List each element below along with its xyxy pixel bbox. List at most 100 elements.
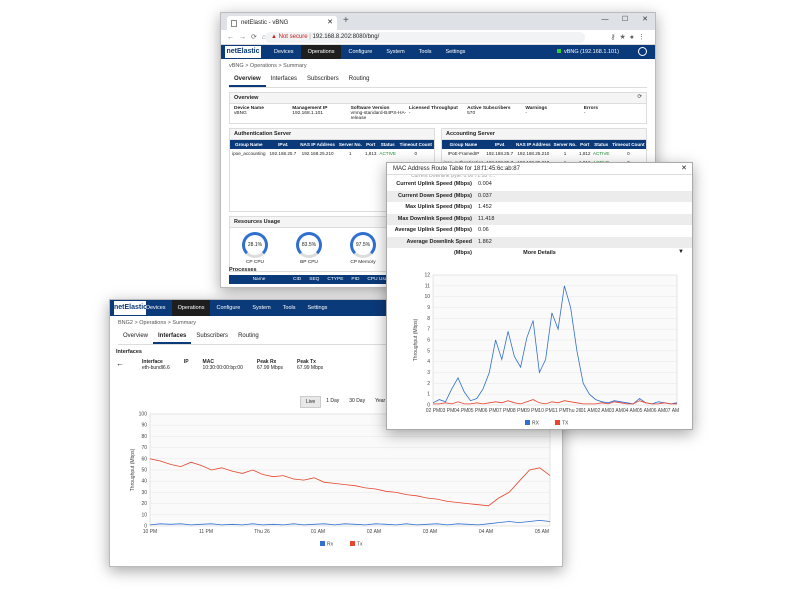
auth-server-title: Authentication Server [230,129,434,140]
menu-system[interactable]: System [379,45,411,59]
popup-title: MAC Address Route Table for 18:f1:45:6c:… [387,163,692,175]
back-arrow-icon[interactable]: ← [116,359,124,371]
tab-overview[interactable]: Overview [118,330,153,344]
column-header[interactable]: Port [577,140,592,149]
more-details-toggle[interactable]: More Details ▼ [387,248,692,258]
column-header[interactable]: Port [363,140,378,149]
maximize-icon[interactable]: ☐ [615,13,635,27]
menu-tools[interactable]: Tools [412,45,439,59]
y-tick-label: 5 [427,348,430,354]
column-header[interactable]: Group Name [230,140,268,149]
close-window-icon[interactable]: ✕ [635,13,655,27]
not-secure-warning[interactable]: ▲ Not secure [271,34,308,40]
breadcrumb: vBNG > Operations > Summary [229,63,307,69]
overview-field: Device Name vBNG [234,106,292,121]
menu-configure[interactable]: Configure [210,300,246,316]
x-tick-label: 11 PM [553,408,567,414]
process-column-header[interactable]: CID [289,275,305,284]
menu-operations[interactable]: Operations [300,45,342,59]
stat-label: Average Uplink Speed (Mbps) [394,227,472,233]
overview-field-value: 192.168.1.101 [292,111,323,116]
tab-subscribers[interactable]: Subscribers [302,73,344,87]
browser-tab-title: netElastic - vBNG [241,20,289,26]
legend-label[interactable]: Rx [327,542,334,548]
legend-label[interactable]: RX [532,421,540,427]
device-link[interactable]: vBNG (192.168.1.101) [556,45,619,59]
overview-field-value: 570 [467,111,476,116]
column-header[interactable]: Timeout Count [610,140,646,149]
close-tab-icon[interactable]: ✕ [327,16,333,30]
x-tick-label: 01 AM [311,529,325,535]
overview-field: Licensed Throughput - [409,106,467,121]
refresh-icon[interactable]: ⟳ [637,94,642,100]
menu-configure[interactable]: Configure [341,45,379,59]
legend-swatch-tx [350,541,355,546]
gauge-label: BP CPU [300,260,318,265]
menu-devices[interactable]: Devices [267,45,301,59]
window-controls: — ☐ ✕ [595,13,655,27]
menu-operations[interactable]: Operations [171,300,211,316]
x-tick-label: 11 PM [199,529,213,535]
process-column-header[interactable]: CTYPE [323,275,347,284]
netelastic-logo[interactable]: netElastic [225,46,261,58]
y-tick-label: 1 [427,392,430,398]
iface-peak-tx: Peak Tx 67.99 Mbps [297,359,324,371]
y-axis-label: Throughput (Mbps) [413,318,419,361]
menu-tools[interactable]: Tools [277,300,302,316]
menu-system[interactable]: System [246,300,276,316]
process-column-header[interactable]: SEQ [305,275,323,284]
column-header[interactable]: Server No. [552,140,578,149]
legend-label[interactable]: TX [562,421,569,427]
process-column-header[interactable]: Name [229,275,289,284]
browser-tab[interactable]: netElastic - vBNG ✕ [227,16,337,30]
column-header[interactable]: NAS IP Address [514,140,553,149]
speed-stat-row: Max Downlink Speed (Mbps) 11.418 [387,213,692,225]
column-header[interactable]: IPv4 [484,140,515,149]
column-header[interactable]: Server No. [337,140,364,149]
column-header[interactable]: NAS IP Address [298,140,338,149]
overview-field-value: - [408,111,411,116]
x-tick-label: 10 PM [538,408,552,414]
user-icon[interactable] [638,47,647,56]
table-cell: 1 [563,151,567,156]
gauge: 28.1% CP CPU [242,232,268,265]
column-header[interactable]: IPv4 [267,140,299,149]
tab-subscribers[interactable]: Subscribers [191,330,233,344]
column-header[interactable]: Status [377,140,398,149]
speed-stat-row: Current Uplink Speed (Mbps) 0.004 [387,179,692,191]
tab-interfaces[interactable]: Interfaces [153,330,192,344]
tab-interfaces[interactable]: Interfaces [266,73,302,87]
menu-settings[interactable]: Settings [439,45,473,59]
menu-settings[interactable]: Settings [302,300,334,316]
process-column-header[interactable]: PID [347,275,363,284]
tab-routing[interactable]: Routing [344,73,375,87]
x-tick-label: 04 PM [454,408,468,414]
browser-actions-icons[interactable]: ⚷★●⋮ [610,33,649,41]
main-menu-2: Devices Operations Configure System Tool… [140,300,333,316]
x-tick-label: 05 AM [637,408,651,414]
tab-routing[interactable]: Routing [233,330,264,344]
mac-throughput-chart: 012345678910111202 PM 03 PM 04 PM 05 PM 06 P… [413,273,679,427]
table-row[interactable]: IPoE-FramedIP 192.168.25.7 192.168.25.210 1… [442,149,646,158]
chevron-down-icon[interactable]: ▼ [678,249,684,255]
column-header[interactable]: Timeout Count [397,140,434,149]
x-tick-label: 04 AM [479,529,493,535]
table-cell: ACTIVE [379,151,396,156]
close-icon[interactable]: ✕ [681,164,687,172]
column-header[interactable]: Group Name [442,140,485,149]
menu-devices[interactable]: Devices [140,300,172,316]
minimize-icon[interactable]: — [595,13,615,27]
column-header[interactable]: Status [591,140,611,149]
table-row[interactable]: ipoe_accounting 192.168.25.7 192.168.25.21… [230,149,434,158]
speed-stat-row: Average Downlink Speed (Mbps) 1.862 [387,236,692,256]
x-tick-label: 02 PM [426,408,440,414]
new-tab-icon[interactable]: + [343,15,349,26]
url-text: 192.168.8.202:8080/bng/ [312,34,380,40]
address-bar: ←→⟳⌂ ▲ Not secure | 192.168.8.202:8080/b… [221,30,655,45]
stat-value: 0.004 [478,181,492,187]
speed-stat-row: Max Uplink Speed (Mbps) 1.452 [387,202,692,214]
url-field[interactable]: ▲ Not secure | 192.168.8.202:8080/bng/ [265,32,585,43]
stat-value: 1.862 [478,238,492,245]
tab-overview[interactable]: Overview [229,73,266,87]
legend-label[interactable]: Tx [357,542,363,548]
